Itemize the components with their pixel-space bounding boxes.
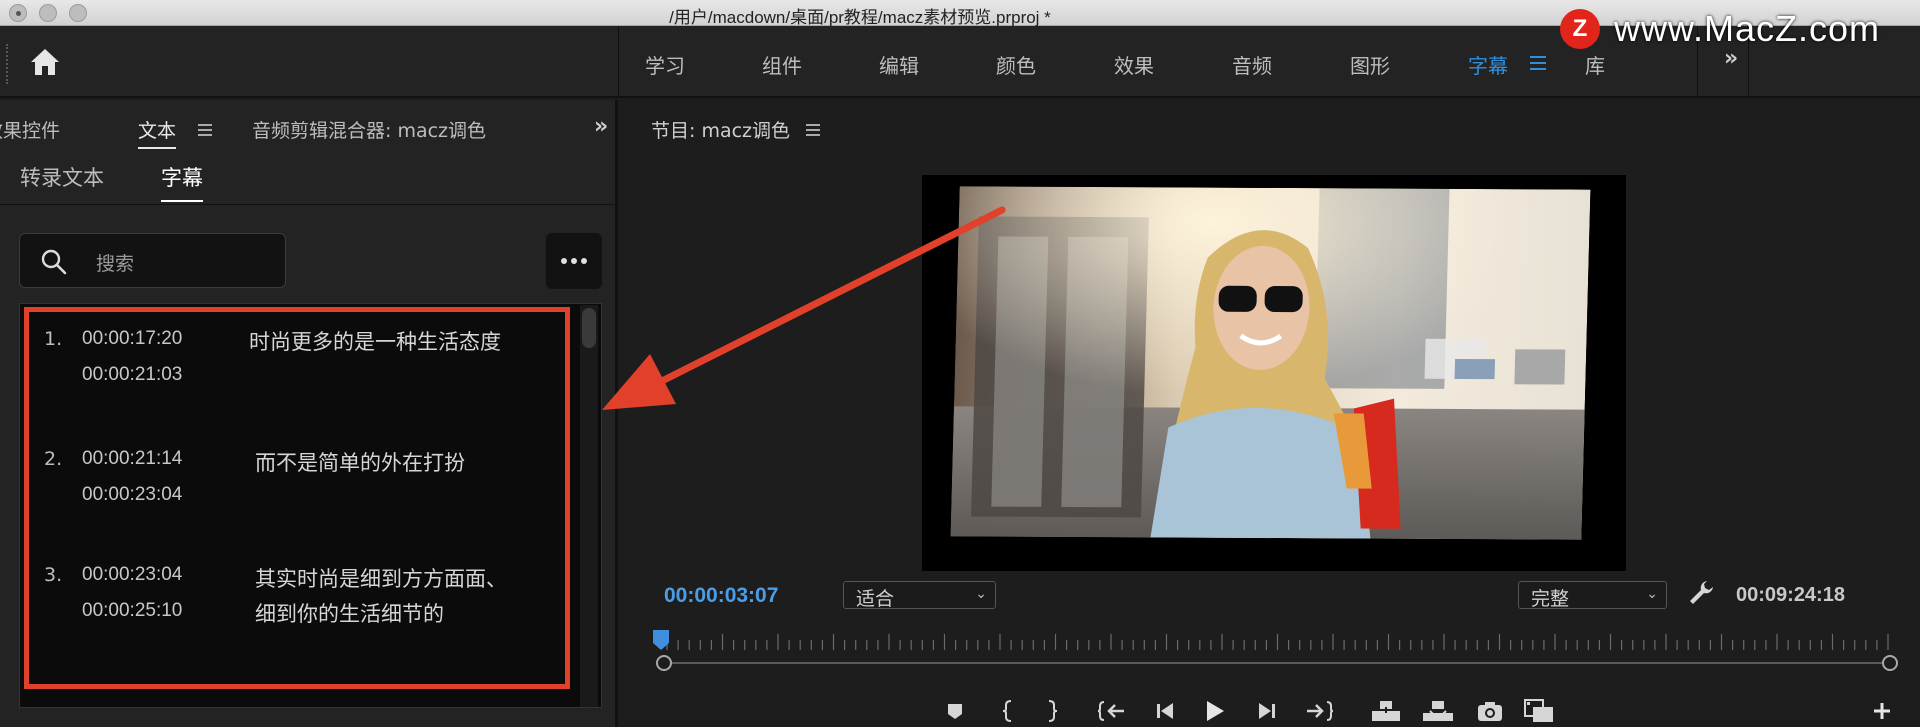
search-input[interactable]: 搜索 <box>19 233 286 288</box>
export-frame-icon[interactable] <box>1473 696 1507 726</box>
workspace-tab-learn[interactable]: 学习 <box>645 50 685 79</box>
duration-timecode: 00:09:24:18 <box>1736 584 1845 606</box>
workspace-tab-captions[interactable]: 字幕 <box>1468 50 1508 79</box>
caption-end-time[interactable]: 00:00:21:03 <box>82 364 182 386</box>
caption-number: 1. <box>44 328 63 350</box>
comparison-view-icon[interactable] <box>1522 696 1556 726</box>
panel-menu-icon[interactable] <box>198 124 212 139</box>
caption-text[interactable]: 时尚更多的是一种生活态度 <box>249 326 501 356</box>
divider <box>618 26 619 98</box>
video-preview[interactable] <box>922 175 1626 571</box>
marker-icon[interactable] <box>938 696 972 726</box>
panel-menu-icon[interactable] <box>806 124 820 139</box>
tab-text[interactable]: 文本 <box>138 116 177 149</box>
more-options-button[interactable] <box>546 233 602 289</box>
panel-grip[interactable] <box>6 44 10 84</box>
mark-in-icon[interactable] <box>991 696 1025 726</box>
chevron-down-icon: ⌄ <box>1646 586 1658 602</box>
macz-logo-icon: Z <box>1560 9 1600 49</box>
scroll-handle-right[interactable] <box>1882 655 1898 671</box>
scroll-handle-left[interactable] <box>656 655 672 671</box>
caption-start-time[interactable]: 00:00:17:20 <box>82 328 182 350</box>
caption-start-time[interactable]: 00:00:21:14 <box>82 448 182 470</box>
window-title: /用户/macdown/桌面/pr教程/macz素材预览.prproj * <box>669 8 1051 27</box>
program-monitor-title: 节目: macz调色 <box>651 120 791 142</box>
go-to-in-icon[interactable] <box>1096 696 1130 726</box>
caption-text[interactable]: 而不是简单的外在打扮 <box>255 447 465 477</box>
caption-end-time[interactable]: 00:00:23:04 <box>82 484 182 506</box>
zoom-level-select[interactable]: 适合 ⌄ <box>843 581 996 610</box>
step-forward-icon[interactable] <box>1249 696 1283 726</box>
go-to-out-icon[interactable] <box>1301 696 1335 726</box>
program-monitor-panel: 节目: macz调色 00:00:03:07 适合 ⌄ 完整 ⌄ 00:09:2… <box>621 100 1920 727</box>
add-button-icon[interactable] <box>1865 696 1899 726</box>
watermark: Z www.MacZ.com <box>1560 4 1920 54</box>
caption-text-line-2[interactable]: 细到你的生活细节的 <box>255 598 444 628</box>
workspace-menu-icon[interactable] <box>1530 56 1546 74</box>
caption-number: 2. <box>44 448 63 470</box>
zoom-level-value: 适合 <box>856 588 895 610</box>
workspace-tab-color[interactable]: 颜色 <box>996 50 1036 79</box>
play-icon[interactable] <box>1198 696 1232 726</box>
mark-out-icon[interactable] <box>1035 696 1069 726</box>
workspace-tab-assembly[interactable]: 组件 <box>762 50 802 79</box>
workspace-tab-audio[interactable]: 音频 <box>1232 50 1272 79</box>
text-panel: 效果控件 文本 音频剪辑混合器: macz调色 » 转录文本 字幕 搜索 1. … <box>0 100 618 727</box>
caption-list[interactable]: 1. 00:00:17:20 00:00:21:03 时尚更多的是一种生活态度 … <box>19 303 602 708</box>
workspace-tab-libraries[interactable]: 库 <box>1585 50 1605 79</box>
lift-icon[interactable] <box>1369 696 1403 726</box>
scrollbar[interactable] <box>580 305 598 707</box>
extract-icon[interactable] <box>1421 696 1455 726</box>
workspace-tab-graphics[interactable]: 图形 <box>1350 50 1390 79</box>
workspace-tab-editing[interactable]: 编辑 <box>879 50 919 79</box>
search-placeholder: 搜索 <box>96 253 135 275</box>
time-ruler[interactable] <box>661 632 1893 650</box>
video-frame-image <box>950 186 1591 540</box>
playback-resolution-value: 完整 <box>1531 588 1570 610</box>
chevron-down-icon: ⌄ <box>975 586 987 602</box>
step-back-icon[interactable] <box>1149 696 1183 726</box>
tab-effect-controls[interactable]: 效果控件 <box>0 116 60 143</box>
scrollbar-thumb[interactable] <box>582 308 596 348</box>
caption-start-time[interactable]: 00:00:23:04 <box>82 564 182 586</box>
home-icon[interactable] <box>28 46 62 78</box>
caption-number: 3. <box>44 564 63 586</box>
current-timecode[interactable]: 00:00:03:07 <box>664 584 778 608</box>
search-icon <box>41 249 67 275</box>
panel-overflow-icon[interactable]: » <box>594 114 608 139</box>
watermark-text: www.MacZ.com <box>1614 8 1881 49</box>
playback-resolution-select[interactable]: 完整 ⌄ <box>1518 581 1667 610</box>
zoom-scroll-bar[interactable] <box>664 662 1888 664</box>
caption-end-time[interactable]: 00:00:25:10 <box>82 600 182 622</box>
wrench-icon[interactable] <box>1687 578 1715 606</box>
divider <box>0 204 615 205</box>
subtab-captions[interactable]: 字幕 <box>161 162 203 202</box>
workspace-tab-effects[interactable]: 效果 <box>1114 50 1154 79</box>
tab-audio-clip-mixer[interactable]: 音频剪辑混合器: macz调色 <box>252 116 486 143</box>
caption-text-line-1[interactable]: 其实时尚是细到方方面面、 <box>255 563 507 593</box>
subtab-transcript[interactable]: 转录文本 <box>20 162 104 192</box>
